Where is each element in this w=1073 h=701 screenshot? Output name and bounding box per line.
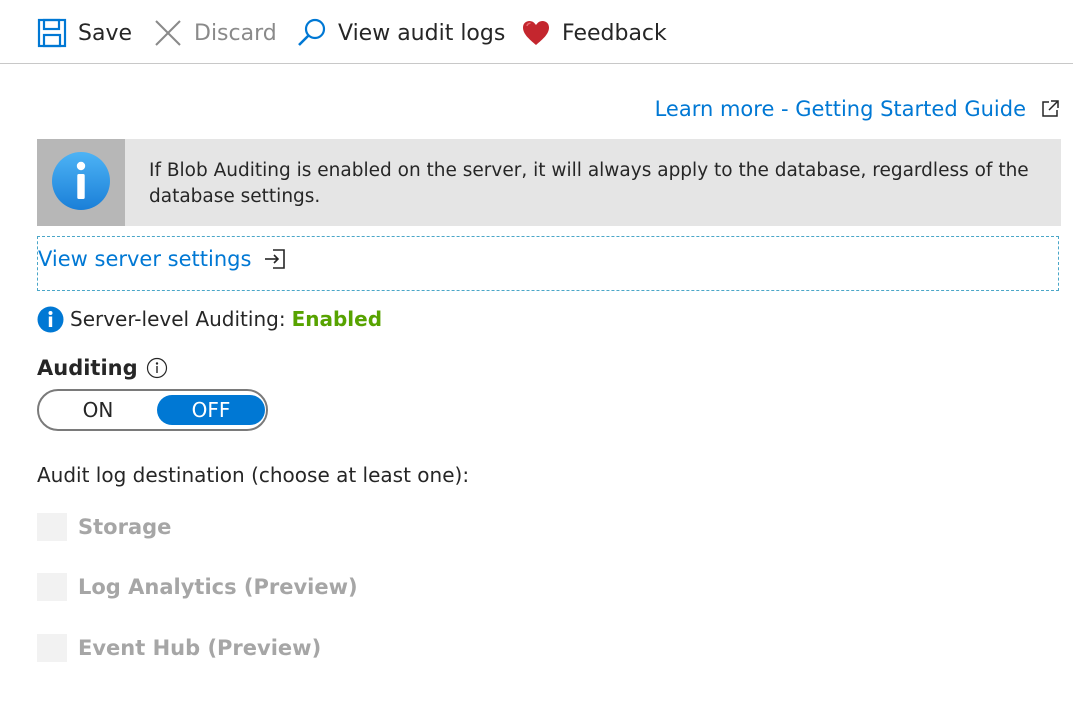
- discard-label: Discard: [194, 20, 277, 46]
- auditing-toggle[interactable]: ON OFF: [37, 389, 268, 431]
- server-auditing-value: Enabled: [291, 307, 383, 331]
- learn-more-label: Learn more - Getting Started Guide: [654, 97, 1026, 121]
- close-icon: [152, 17, 184, 49]
- toggle-on-option[interactable]: ON: [41, 395, 155, 425]
- view-audit-logs-button[interactable]: View audit logs: [296, 12, 505, 54]
- info-icon: [51, 151, 111, 215]
- external-link-icon: [1040, 99, 1060, 119]
- info-banner: If Blob Auditing is enabled on the serve…: [37, 139, 1061, 226]
- save-label: Save: [78, 20, 133, 46]
- event-hub-checkbox[interactable]: [37, 634, 67, 662]
- toggle-off-option[interactable]: OFF: [157, 395, 265, 425]
- server-auditing-label: Server-level Auditing:: [70, 307, 286, 331]
- server-settings-link-container: View server settings: [37, 236, 1059, 291]
- auditing-heading: Auditing: [37, 353, 168, 383]
- info-banner-text: If Blob Auditing is enabled on the serve…: [149, 160, 1029, 207]
- auditing-label: Auditing: [37, 356, 138, 380]
- log-analytics-checkbox[interactable]: [37, 573, 67, 601]
- info-circle-icon: [37, 306, 64, 333]
- log-analytics-label: Log Analytics (Preview): [78, 575, 358, 599]
- search-icon: [296, 17, 328, 49]
- navigate-icon: [263, 247, 287, 271]
- view-server-settings-label: View server settings: [38, 247, 252, 271]
- event-hub-label: Event Hub (Preview): [78, 636, 322, 660]
- discard-button[interactable]: Discard: [152, 12, 277, 54]
- server-auditing-status: Server-level Auditing: Enabled: [37, 304, 382, 334]
- event-hub-option[interactable]: Event Hub (Preview): [37, 633, 321, 663]
- storage-option[interactable]: Storage: [37, 512, 171, 542]
- learn-more-link[interactable]: Learn more - Getting Started Guide: [655, 94, 1060, 124]
- feedback-label: Feedback: [562, 20, 667, 46]
- command-bar: Save Discard View audit logs Feedback: [0, 0, 1073, 64]
- audit-destination-label: Audit log destination (choose at least o…: [37, 463, 470, 487]
- view-audit-logs-label: View audit logs: [338, 20, 506, 46]
- save-button[interactable]: Save: [36, 12, 132, 54]
- feedback-button[interactable]: Feedback: [520, 12, 667, 54]
- storage-label: Storage: [78, 515, 172, 539]
- view-server-settings-link[interactable]: View server settings: [38, 247, 287, 271]
- log-analytics-option[interactable]: Log Analytics (Preview): [37, 572, 358, 602]
- storage-checkbox[interactable]: [37, 513, 67, 541]
- heart-icon: [520, 17, 552, 49]
- info-banner-icon-panel: [37, 139, 125, 226]
- info-outline-icon[interactable]: [146, 357, 168, 379]
- save-icon: [36, 17, 68, 49]
